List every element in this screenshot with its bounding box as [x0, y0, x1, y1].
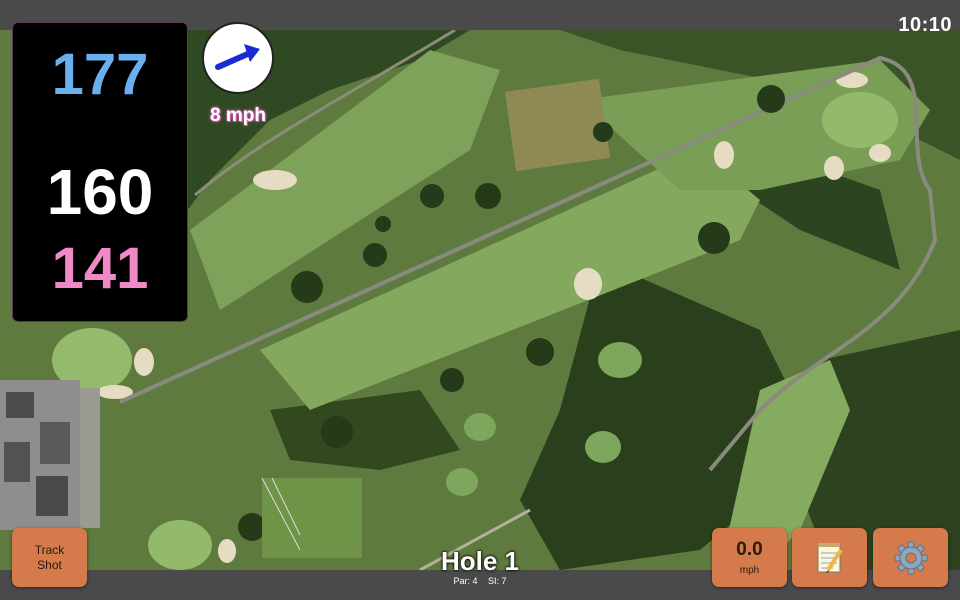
track-shot-label-line1: Track — [34, 543, 65, 558]
wind-speed: 8 mph — [210, 105, 266, 126]
speed-unit: mph — [739, 564, 760, 576]
settings-button[interactable] — [873, 528, 948, 587]
yardage-panel: 177 160 141 — [12, 22, 188, 322]
speed-button[interactable]: 0.0 mph — [712, 528, 787, 587]
track-shot-label-line2: Shot — [37, 557, 62, 572]
front-yardage: 141 — [51, 236, 149, 301]
hole-title: Hole 1 — [440, 546, 520, 576]
gear-icon — [894, 541, 927, 574]
middle-yardage: 160 — [46, 156, 154, 228]
wind-direction-dial — [202, 22, 274, 94]
hole-stroke-index: SI: 7 — [488, 576, 507, 586]
clock: 10:10 — [898, 14, 952, 36]
track-shot-button[interactable]: Track Shot — [12, 528, 87, 587]
hole-par: Par: 4 — [453, 576, 478, 586]
speed-value: 0.0 — [736, 538, 763, 560]
notepad-icon — [817, 542, 843, 573]
back-yardage: 177 — [51, 42, 149, 107]
notes-button[interactable] — [792, 528, 867, 587]
hole-info: Par: 4 SI: 7 — [380, 577, 580, 586]
arrow-northeast-icon — [215, 44, 260, 70]
